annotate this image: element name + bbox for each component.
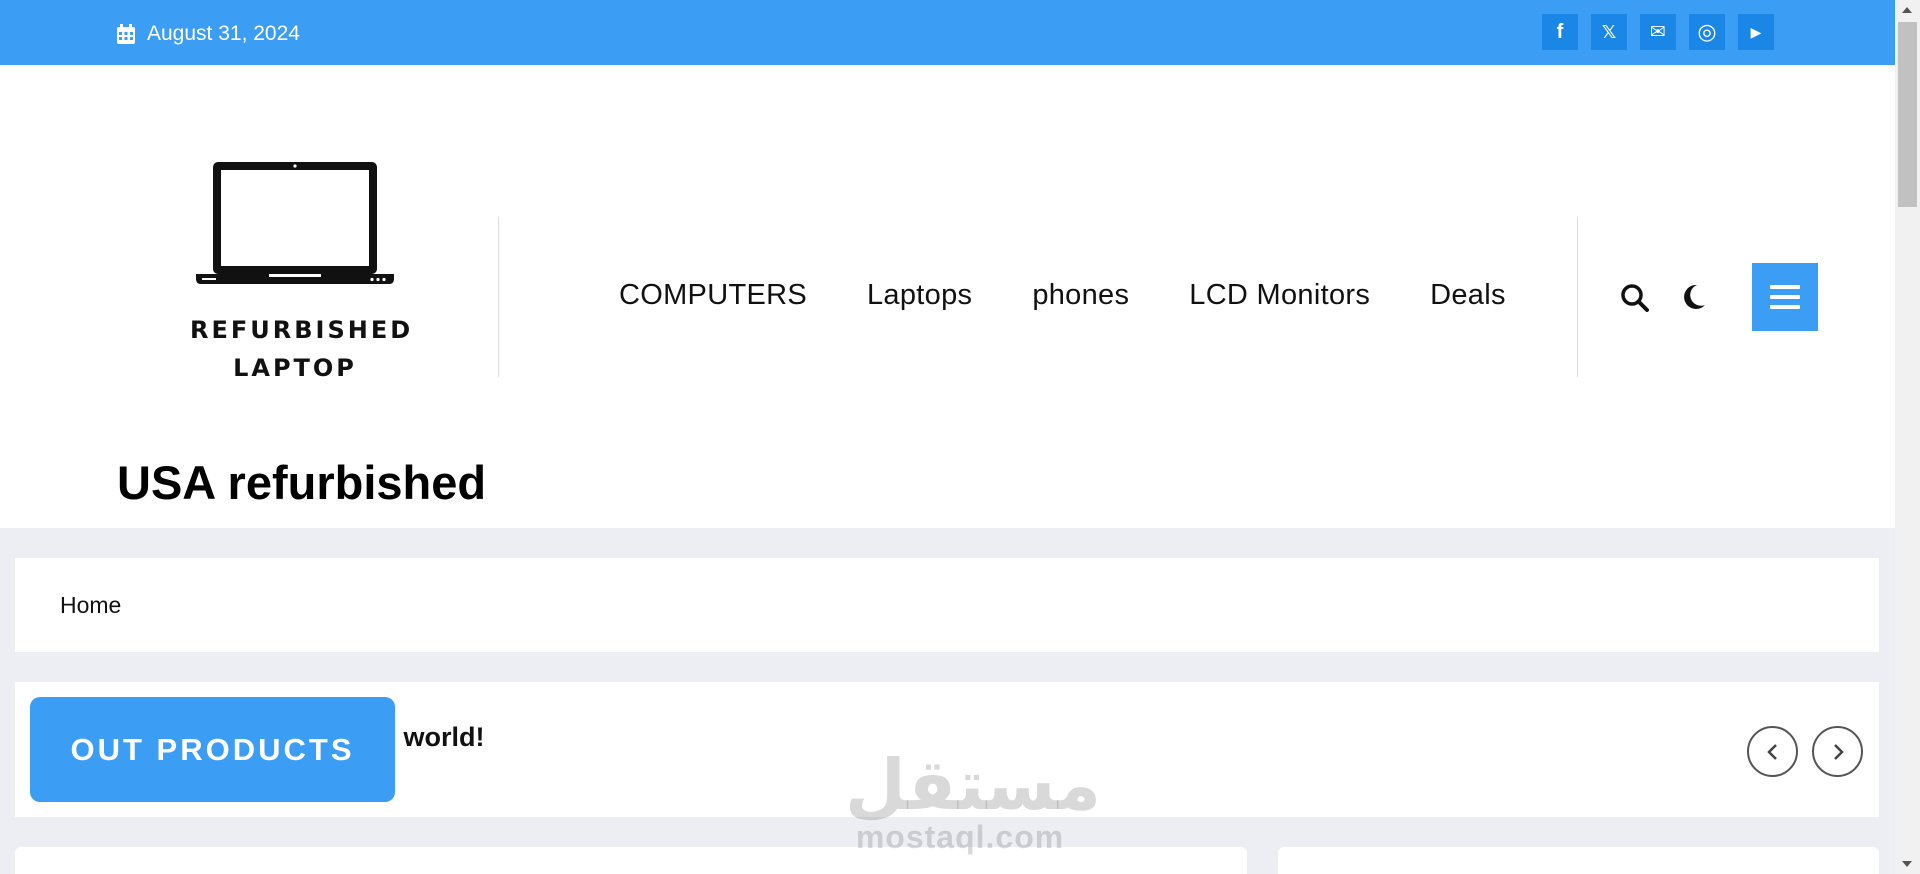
hamburger-line <box>1770 285 1800 289</box>
content-card-sidebar <box>1278 847 1879 874</box>
nav-item-lcd-monitors[interactable]: LCD Monitors <box>1189 279 1370 312</box>
logo-text: REFURBISHED LAPTOP <box>190 311 414 387</box>
x-twitter-icon[interactable]: 𝕏 <box>1591 14 1627 50</box>
logo-line-1: REFURBISHED <box>190 316 414 344</box>
top-bar: August 31, 2024 f 𝕏 ✉ ◎ ▶ <box>0 0 1895 65</box>
hamburger-line <box>1770 305 1800 309</box>
mostaql-watermark: مستقل mostaql.com <box>845 744 1102 855</box>
date-text: August 31, 2024 <box>147 22 300 45</box>
ticker-item[interactable]: Hello world! <box>395 722 485 753</box>
main-nav: COMPUTERS Laptops phones LCD Monitors De… <box>619 279 1566 312</box>
header-divider-right <box>1577 217 1578 377</box>
nav-item-deals[interactable]: Deals <box>1430 279 1506 312</box>
ticker-item-text: Hello world! <box>395 722 485 752</box>
scroll-up-arrow-icon[interactable] <box>1902 7 1912 13</box>
nav-item-computers[interactable]: COMPUTERS <box>619 279 807 312</box>
nav-item-laptops[interactable]: Laptops <box>867 279 972 312</box>
youtube-icon[interactable]: ▶ <box>1738 14 1774 50</box>
social-links: f 𝕏 ✉ ◎ ▶ <box>1542 14 1787 50</box>
site-logo[interactable]: REFURBISHED LAPTOP <box>190 160 414 387</box>
search-icon[interactable] <box>1620 283 1650 313</box>
chevron-left-icon <box>1766 743 1777 760</box>
site-header: REFURBISHED LAPTOP COMPUTERS Laptops pho… <box>0 65 1895 528</box>
ticker-badge: OUT PRODUCTS <box>30 697 395 802</box>
watermark-arabic: مستقل <box>845 744 1102 826</box>
laptop-icon <box>196 162 394 284</box>
header-divider-left <box>498 217 499 377</box>
hamburger-line <box>1770 295 1800 299</box>
ticker-next-button[interactable] <box>1812 726 1863 777</box>
breadcrumb-home-link[interactable]: Home <box>60 592 121 619</box>
logo-line-2: LAPTOP <box>233 354 357 382</box>
page-scrollbar[interactable] <box>1895 0 1920 874</box>
date-display: August 31, 2024 <box>117 22 300 46</box>
facebook-icon[interactable]: f <box>1542 14 1578 50</box>
breadcrumb: Home <box>15 558 1879 652</box>
email-icon[interactable]: ✉ <box>1640 14 1676 50</box>
scroll-down-arrow-icon[interactable] <box>1902 861 1912 867</box>
site-title[interactable]: USA refurbished <box>117 455 486 510</box>
hamburger-menu-button[interactable] <box>1752 263 1818 331</box>
ticker-prev-button[interactable] <box>1747 726 1798 777</box>
calendar-icon <box>117 24 135 44</box>
scrollbar-thumb[interactable] <box>1898 22 1917 207</box>
chevron-right-icon <box>1833 743 1844 760</box>
watermark-latin: mostaql.com <box>855 819 1065 855</box>
nav-item-phones[interactable]: phones <box>1032 279 1129 312</box>
dark-mode-moon-icon[interactable] <box>1681 283 1707 311</box>
instagram-icon[interactable]: ◎ <box>1689 14 1725 50</box>
